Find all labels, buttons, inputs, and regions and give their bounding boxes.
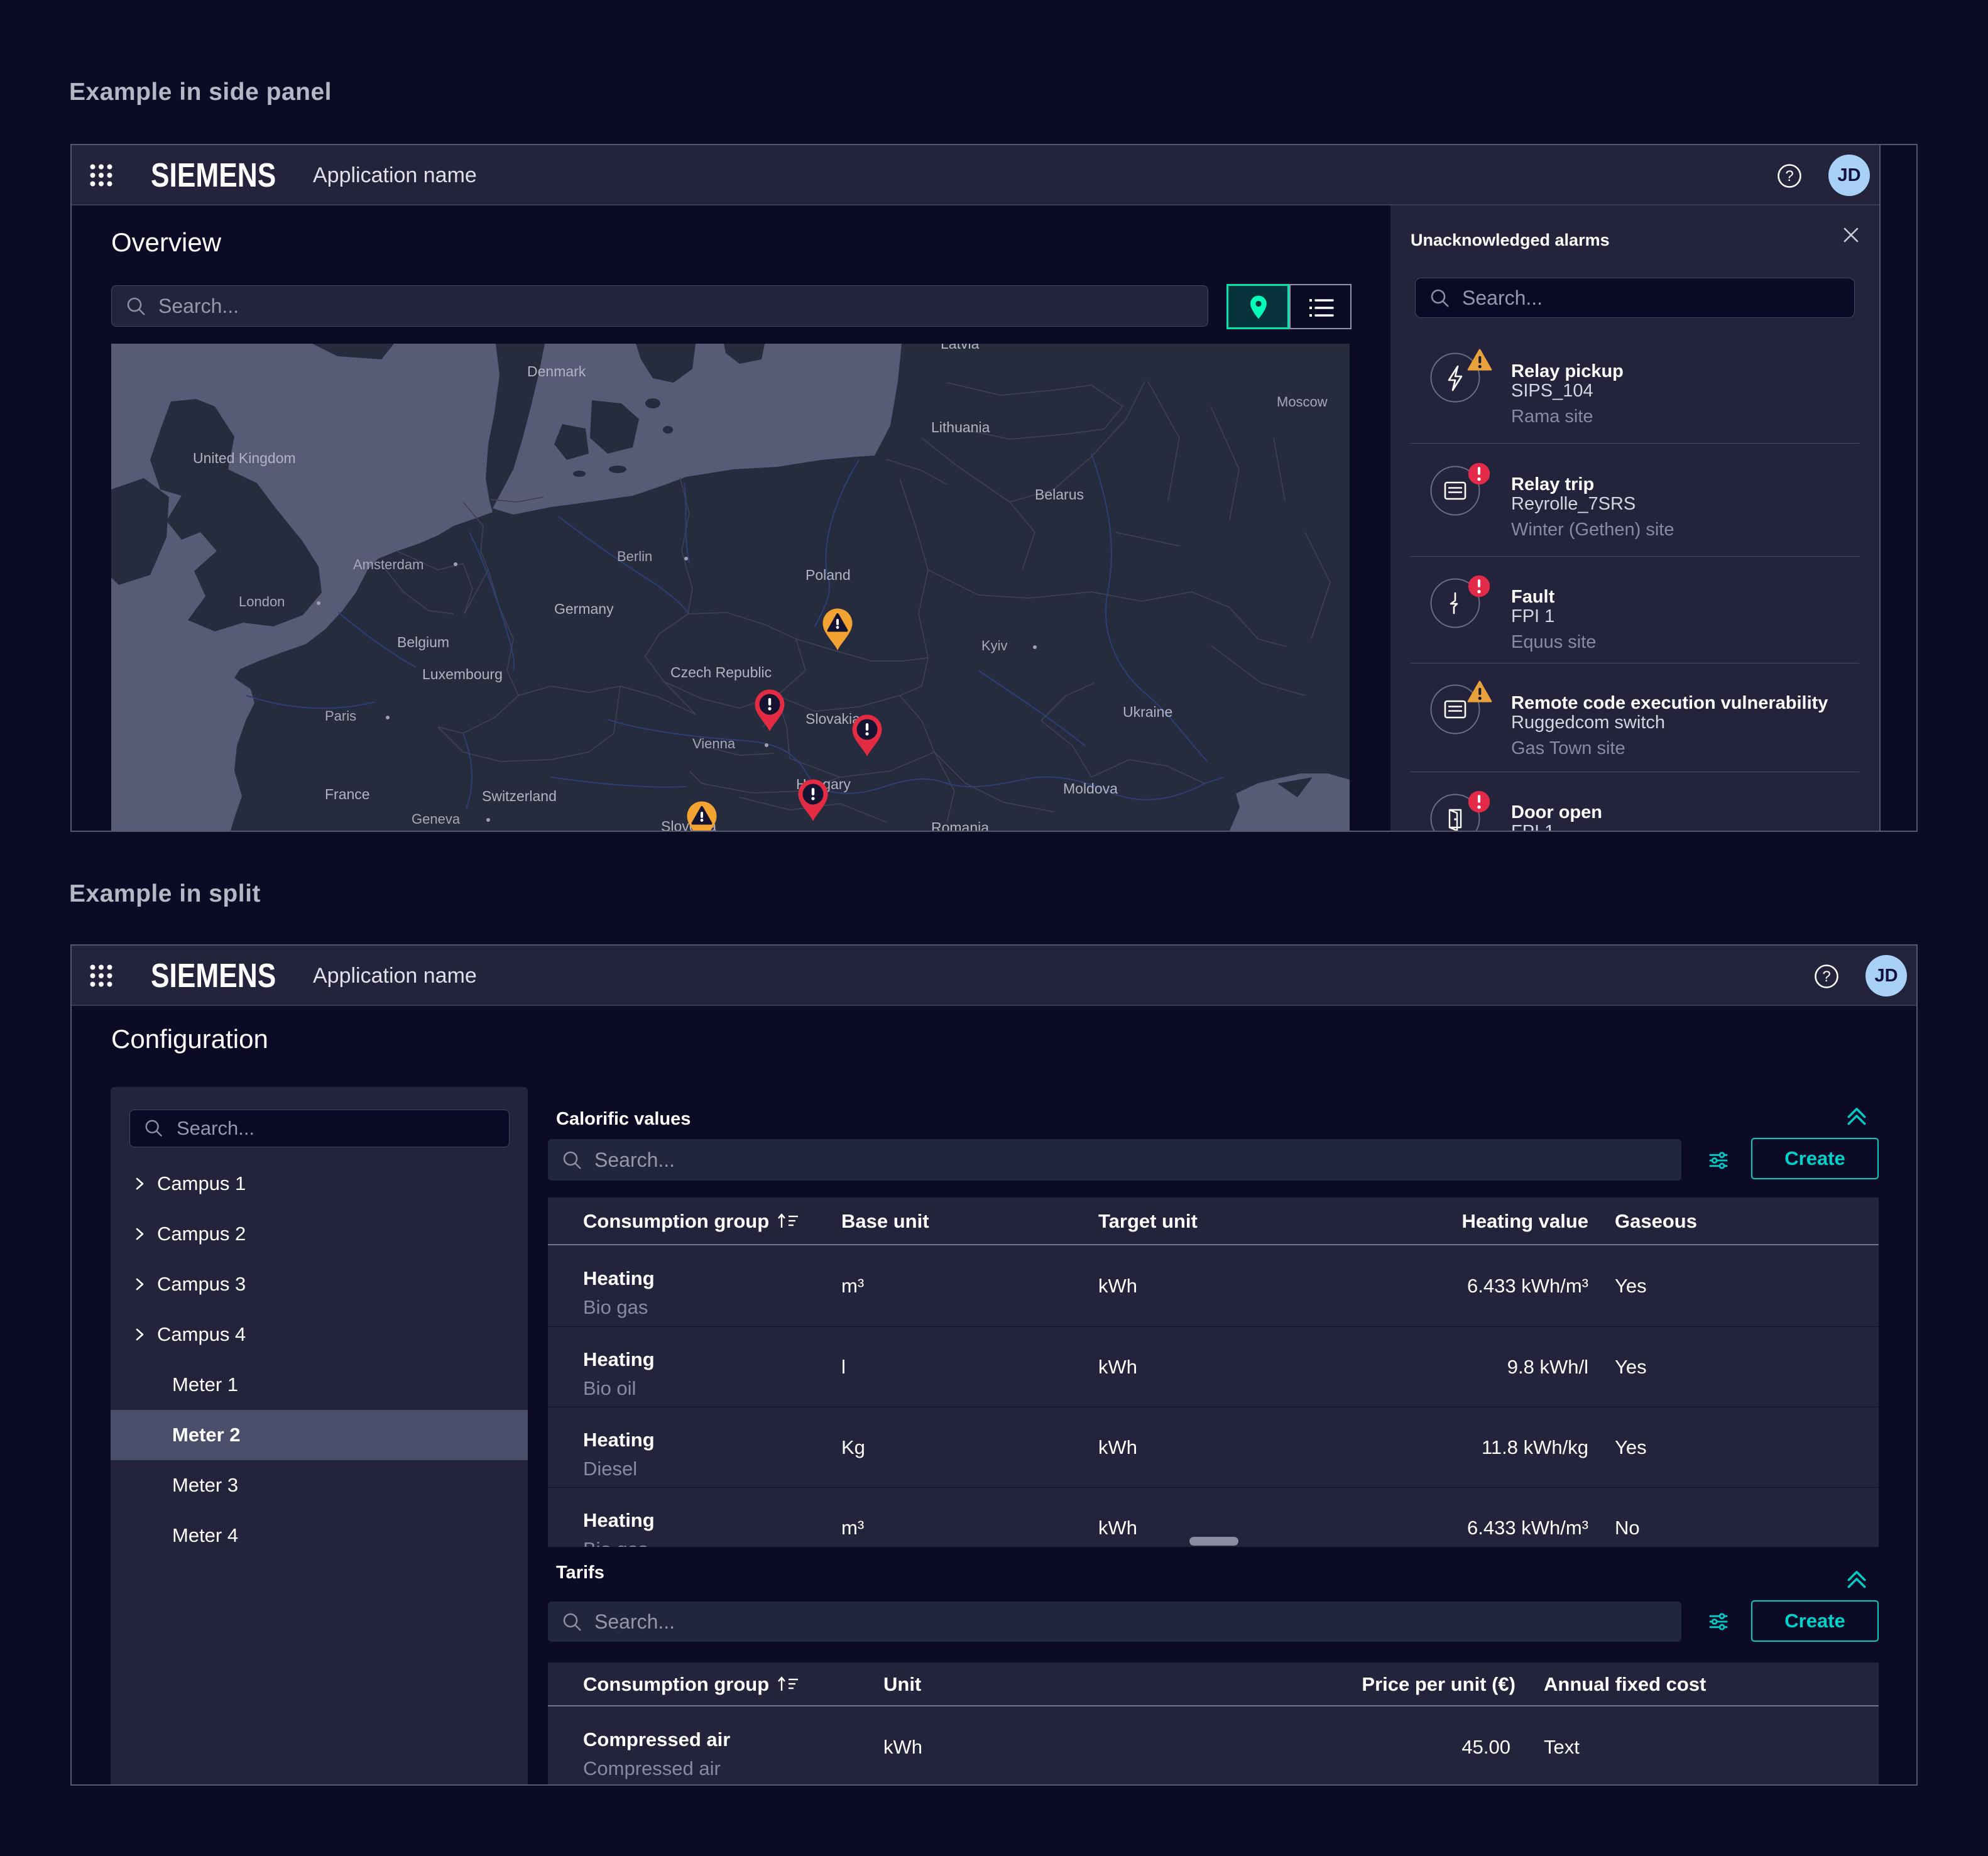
svg-text:Latvia: Latvia (941, 344, 980, 352)
svg-text:Denmark: Denmark (527, 363, 586, 379)
svg-text:Moscow: Moscow (1277, 394, 1328, 410)
svg-text:Geneva: Geneva (412, 811, 461, 827)
svg-text:Ukraine: Ukraine (1123, 704, 1172, 720)
svg-text:Kyiv: Kyiv (981, 638, 1008, 653)
svg-text:Berlin: Berlin (617, 549, 652, 564)
svg-text:France: France (325, 786, 370, 802)
svg-text:Germany: Germany (554, 601, 614, 617)
svg-text:Moldova: Moldova (1063, 780, 1118, 797)
svg-text:Belgium: Belgium (397, 634, 449, 650)
svg-text:Poland: Poland (806, 567, 851, 583)
svg-text:Romania: Romania (931, 819, 989, 831)
svg-text:Czech Republic: Czech Republic (670, 664, 772, 680)
svg-text:Slovakia: Slovakia (806, 711, 860, 727)
svg-text:Vienna: Vienna (692, 736, 736, 751)
svg-text:London: London (239, 594, 285, 609)
svg-text:Paris: Paris (325, 708, 356, 724)
svg-text:Amsterdam: Amsterdam (353, 557, 423, 572)
svg-text:Belarus: Belarus (1035, 486, 1084, 503)
svg-text:United Kingdom: United Kingdom (193, 450, 296, 466)
svg-text:Switzerland: Switzerland (482, 788, 557, 804)
svg-text:?: ? (1785, 168, 1793, 185)
svg-text:Lithuania: Lithuania (931, 419, 990, 435)
svg-text:Luxembourg: Luxembourg (422, 666, 503, 682)
